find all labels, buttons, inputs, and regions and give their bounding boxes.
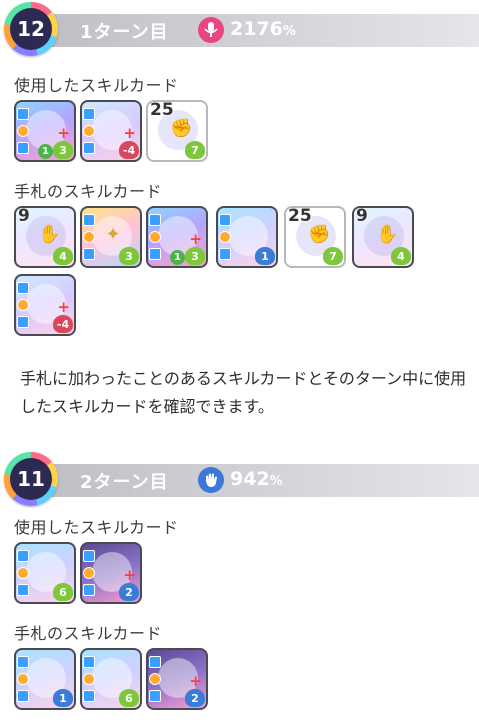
sparkle-icon: ✦ [105,224,121,245]
card-cost: 25 [288,206,312,226]
turn-header-1: 12 1ターン目 2176% [0,0,479,64]
heart-icon: 4 [53,247,73,265]
heart-icon: 3 [185,247,205,265]
heart-icon: 3 [53,141,73,159]
turn-header-2: 11 2ターン目 942% [0,450,479,514]
plus-icon: + [189,230,202,248]
skill-card[interactable]: ✊ 25 7 [284,206,346,268]
skill-card[interactable]: 6 [80,648,142,710]
skill-card[interactable]: + -4 [80,100,142,162]
skill-card[interactable]: 1 [216,206,278,268]
plus-icon: + [57,298,70,316]
heart-icon: 7 [185,141,205,159]
card-count-badge: 1 [38,144,53,159]
skill-card[interactable]: + 1 3 [14,100,76,162]
turn-label: 2ターン目 [80,472,169,493]
card-count-badge: 1 [170,250,185,265]
hand-cards-label: 手札のスキルカード [14,182,163,201]
skill-card[interactable]: 1 [14,648,76,710]
turn-count-number: 12 [10,8,52,50]
turn-label: 1ターン目 [80,22,169,43]
heart-icon: 4 [391,247,411,265]
heart-icon: -4 [119,141,139,159]
turn-count-badge: 12 [4,2,58,56]
skill-card[interactable]: + -4 [14,274,76,336]
hand-cards-label: 手札のスキルカード [14,624,163,643]
hand-icon [198,467,224,493]
skill-card[interactable]: ✊ 25 7 [146,100,208,162]
turn-score: 2176% [230,18,296,40]
heart-icon: 7 [323,247,343,265]
turn-score: 942% [230,468,283,490]
heart-icon: -4 [53,315,73,333]
plus-icon: + [189,672,202,690]
skill-card[interactable]: ✋ 9 4 [352,206,414,268]
heart-icon: 3 [119,247,139,265]
hand-icon: ✋ [38,224,61,245]
skill-card[interactable]: + 2 [146,648,208,710]
plus-icon: + [123,566,136,584]
heart-icon: 2 [119,583,139,601]
plus-icon: + [123,124,136,142]
turn-count-badge: 11 [4,452,58,506]
hand-icon: ✋ [376,224,399,245]
card-cost: 25 [150,100,174,120]
microphone-icon [198,17,224,43]
skill-card[interactable]: + 2 [80,542,142,604]
skill-card[interactable]: ✋ 9 4 [14,206,76,268]
heart-icon: 1 [255,247,275,265]
used-cards-label: 使用したスキルカード [14,76,179,95]
used-cards-label: 使用したスキルカード [14,518,179,537]
skill-card[interactable]: ✦ 3 [80,206,142,268]
fist-icon: ✊ [308,224,331,245]
turn-count-number: 11 [10,458,52,500]
heart-icon: 6 [119,689,139,707]
card-cost: 9 [18,206,30,226]
heart-icon: 1 [53,689,73,707]
skill-card[interactable]: 6 [14,542,76,604]
heart-icon: 2 [185,689,205,707]
skill-card[interactable]: + 1 3 [146,206,208,268]
description-text: 手札に加わったことのあるスキルカードとそのターン中に使用したスキルカードを確認で… [20,369,467,416]
plus-icon: + [57,124,70,142]
heart-icon: 6 [53,583,73,601]
card-cost: 9 [356,206,368,226]
fist-icon: ✊ [170,118,193,139]
